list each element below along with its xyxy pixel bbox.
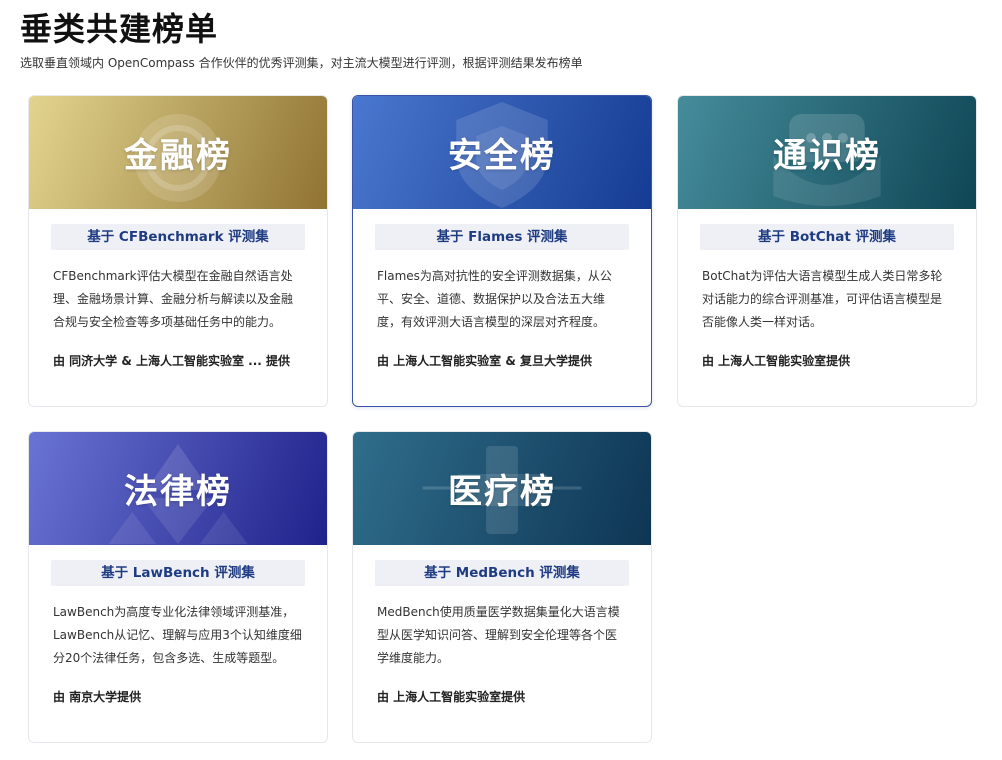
card-dataset-label: 基于 Flames 评测集 — [375, 224, 629, 250]
card-dataset-label: 基于 BotChat 评测集 — [700, 224, 954, 250]
card-title: 通识榜 — [773, 136, 881, 176]
card-provider: 由 上海人工智能实验室提供 — [702, 354, 851, 368]
card-provider: 由 同济大学 & 上海人工智能实验室 ... 提供 — [53, 354, 291, 368]
card-title: 法律榜 — [124, 472, 232, 512]
page-title: 垂类共建榜单 — [20, 10, 219, 48]
leaderboard-page: 垂类共建榜单 选取垂直领域内 OpenCompass 合作伙伴的优秀评测集，对主… — [0, 0, 1002, 760]
card-banner: 通识榜 — [678, 96, 976, 209]
card-dataset-label: 基于 LawBench 评测集 — [51, 560, 305, 586]
card-description: LawBench为高度专业化法律领域评测基准，LawBench从记忆、理解与应用… — [53, 605, 302, 665]
card-banner: 医疗榜 — [353, 432, 651, 545]
card-description: MedBench使用质量医学数据集量化大语言模型从医学知识问答、理解到安全伦理等… — [377, 605, 620, 665]
card-banner: 法律榜 — [29, 432, 327, 545]
page-subtitle: 选取垂直领域内 OpenCompass 合作伙伴的优秀评测集，对主流大模型进行评… — [20, 56, 583, 70]
card-provider: 由 上海人工智能实验室 & 复旦大学提供 — [377, 354, 592, 368]
card-provider: 由 上海人工智能实验室提供 — [377, 690, 526, 704]
leaderboard-card-finance[interactable]: 金融榜 基于 CFBenchmark 评测集 CFBenchmark评估大模型在… — [28, 95, 328, 407]
card-provider: 由 南京大学提供 — [53, 690, 142, 704]
card-title: 医疗榜 — [448, 472, 556, 512]
card-banner: 金融榜 — [29, 96, 327, 209]
card-title: 安全榜 — [448, 136, 556, 176]
card-dataset-label: 基于 MedBench 评测集 — [375, 560, 629, 586]
leaderboard-card-law[interactable]: 法律榜 基于 LawBench 评测集 LawBench为高度专业化法律领域评测… — [28, 431, 328, 743]
leaderboard-card-general[interactable]: 通识榜 基于 BotChat 评测集 BotChat为评估大语言模型生成人类日常… — [677, 95, 977, 407]
card-description: BotChat为评估大语言模型生成人类日常多轮对话能力的综合评测基准，可评估语言… — [702, 269, 943, 329]
card-banner: 安全榜 — [353, 96, 651, 209]
card-dataset-label: 基于 CFBenchmark 评测集 — [51, 224, 305, 250]
card-description: CFBenchmark评估大模型在金融自然语言处理、金融场景计算、金融分析与解读… — [53, 269, 294, 329]
card-description: Flames为高对抗性的安全评测数据集，从公平、安全、道德、数据保护以及合法五大… — [377, 269, 612, 329]
leaderboard-card-medical[interactable]: 医疗榜 基于 MedBench 评测集 MedBench使用质量医学数据集量化大… — [352, 431, 652, 743]
card-title: 金融榜 — [124, 136, 232, 176]
leaderboard-card-safety[interactable]: 安全榜 基于 Flames 评测集 Flames为高对抗性的安全评测数据集，从公… — [352, 95, 652, 407]
